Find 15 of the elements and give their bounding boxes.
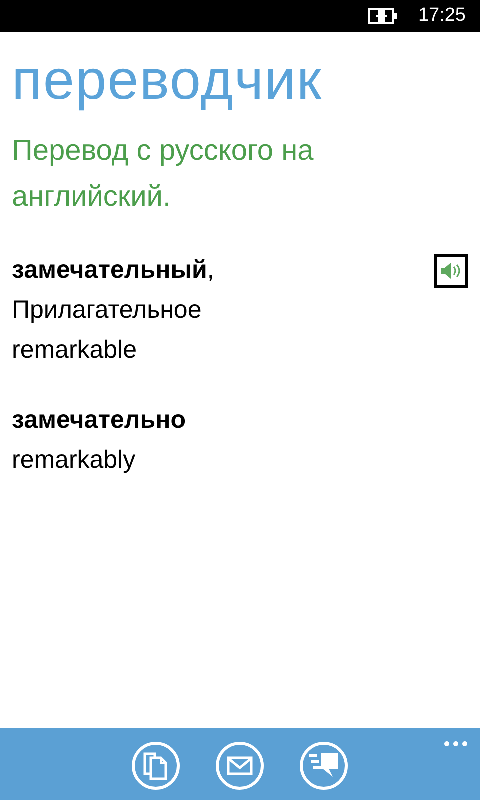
part-of-speech: Прилагательное: [12, 295, 202, 326]
speaker-button[interactable]: [434, 254, 468, 288]
copy-icon: [142, 751, 170, 781]
headword: замечательный,: [12, 255, 214, 286]
clock-time: 17:25: [418, 5, 466, 27]
mail-button[interactable]: [216, 742, 264, 790]
speech-button[interactable]: [300, 742, 348, 790]
headword: замечательно: [12, 405, 186, 436]
subtitle: Перевод с русского на английский.: [12, 134, 315, 215]
envelope-icon: [227, 756, 253, 776]
more-icon[interactable]: [444, 741, 468, 747]
translation: remarkable: [12, 335, 138, 366]
copy-button[interactable]: [132, 742, 180, 790]
translation: remarkably: [12, 445, 136, 476]
speaker-icon: [440, 262, 462, 280]
